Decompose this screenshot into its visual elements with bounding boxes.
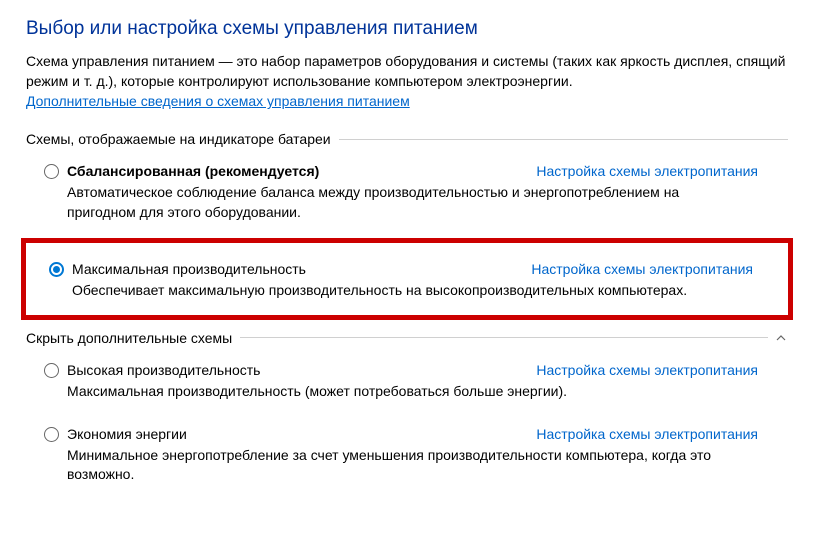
plan-high: Высокая производительность Настройка схе… [44, 356, 788, 410]
section-label: Схемы, отображаемые на индикаторе батаре… [26, 131, 331, 147]
settings-link-balanced[interactable]: Настройка схемы электропитания [536, 163, 758, 179]
more-info-link[interactable]: Дополнительные сведения о схемах управле… [26, 93, 410, 109]
plan-name-saver: Экономия энергии [67, 426, 187, 442]
battery-plans-section: Схемы, отображаемые на индикаторе батаре… [26, 131, 788, 320]
chevron-up-icon[interactable] [774, 331, 788, 345]
plan-name-ultimate: Максимальная производительность [72, 261, 306, 277]
divider [339, 139, 788, 140]
divider [240, 337, 768, 338]
plan-name-balanced: Сбалансированная (рекомендуется) [67, 163, 319, 179]
plan-balanced: Сбалансированная (рекомендуется) Настрой… [44, 157, 788, 230]
settings-link-ultimate[interactable]: Настройка схемы электропитания [531, 261, 753, 277]
additional-plans-section: Скрыть дополнительные схемы Высокая прои… [26, 330, 788, 493]
radio-high[interactable] [44, 363, 59, 378]
section-header: Схемы, отображаемые на индикаторе батаре… [26, 131, 788, 147]
settings-link-high[interactable]: Настройка схемы электропитания [536, 362, 758, 378]
plan-desc-saver: Минимальное энергопотребление за счет ум… [67, 446, 788, 485]
settings-link-saver[interactable]: Настройка схемы электропитания [536, 426, 758, 442]
plan-desc-high: Максимальная производительность (может п… [67, 382, 788, 402]
plan-saver: Экономия энергии Настройка схемы электро… [44, 420, 788, 493]
page-title: Выбор или настройка схемы управления пит… [26, 18, 788, 40]
radio-saver[interactable] [44, 427, 59, 442]
plan-desc-balanced: Автоматическое соблюдение баланса между … [67, 183, 788, 222]
plan-desc-ultimate: Обеспечивает максимальную производительн… [72, 281, 783, 301]
section-header-additional: Скрыть дополнительные схемы [26, 330, 788, 346]
radio-balanced[interactable] [44, 164, 59, 179]
plan-ultimate-highlighted: Максимальная производительность Настройк… [21, 238, 793, 320]
section-label-additional: Скрыть дополнительные схемы [26, 330, 232, 346]
plan-name-high: Высокая производительность [67, 362, 260, 378]
page-description: Схема управления питанием — это набор па… [26, 52, 788, 91]
radio-ultimate[interactable] [49, 262, 64, 277]
